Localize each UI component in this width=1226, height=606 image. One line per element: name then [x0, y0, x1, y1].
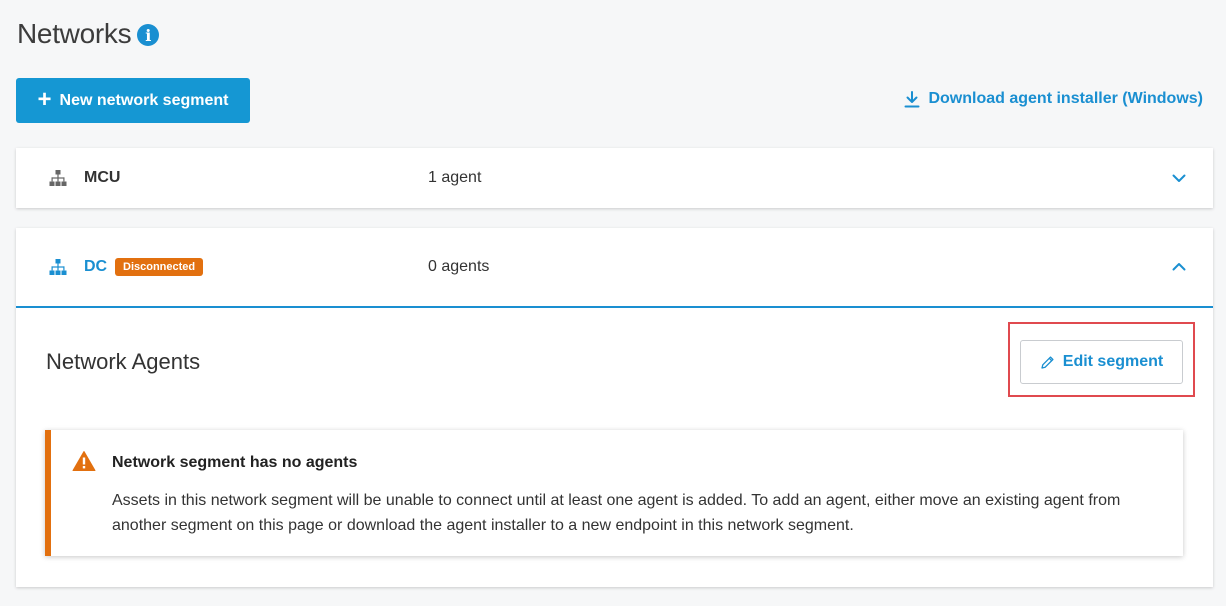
title-row: Networks i — [17, 18, 160, 50]
plus-icon: + — [37, 85, 52, 113]
download-icon — [904, 90, 920, 108]
no-agents-alert: Network segment has no agents Assets in … — [45, 430, 1183, 556]
segment-card-mcu: MCU 1 agent — [16, 148, 1213, 208]
edit-segment-button[interactable]: Edit segment — [1020, 340, 1183, 384]
warning-icon — [72, 451, 96, 471]
alert-body: Assets in this network segment will be u… — [112, 492, 1121, 534]
network-hierarchy-icon — [49, 170, 67, 186]
segment-card-dc: DC Disconnected 0 agents Network Agents … — [16, 228, 1213, 587]
new-network-segment-button[interactable]: + New network segment — [16, 78, 250, 123]
networks-page: Networks i + New network segment Downloa… — [0, 0, 1226, 606]
info-icon[interactable]: i — [137, 24, 160, 46]
segment-name: MCU — [84, 169, 121, 186]
segment-header-mcu[interactable]: MCU 1 agent — [16, 148, 1213, 208]
alert-title: Network segment has no agents — [112, 454, 358, 471]
chevron-up-icon[interactable] — [1171, 259, 1187, 275]
segment-name: DC — [84, 258, 108, 275]
new-network-segment-label: New network segment — [59, 91, 229, 109]
status-badge: Disconnected — [115, 258, 204, 276]
network-hierarchy-icon — [49, 259, 67, 275]
pencil-icon — [1041, 355, 1054, 369]
download-agent-installer-label: Download agent installer (Windows) — [928, 90, 1203, 107]
download-agent-installer-link[interactable]: Download agent installer (Windows) — [904, 90, 1203, 108]
network-agents-heading: Network Agents — [46, 349, 201, 374]
edit-segment-label: Edit segment — [1062, 353, 1164, 370]
page-title: Networks — [17, 18, 132, 49]
segment-header-dc[interactable]: DC Disconnected 0 agents — [16, 228, 1213, 308]
segment-agent-count: 1 agent — [428, 169, 482, 186]
chevron-down-icon[interactable] — [1171, 170, 1187, 186]
segment-agent-count: 0 agents — [428, 258, 490, 275]
